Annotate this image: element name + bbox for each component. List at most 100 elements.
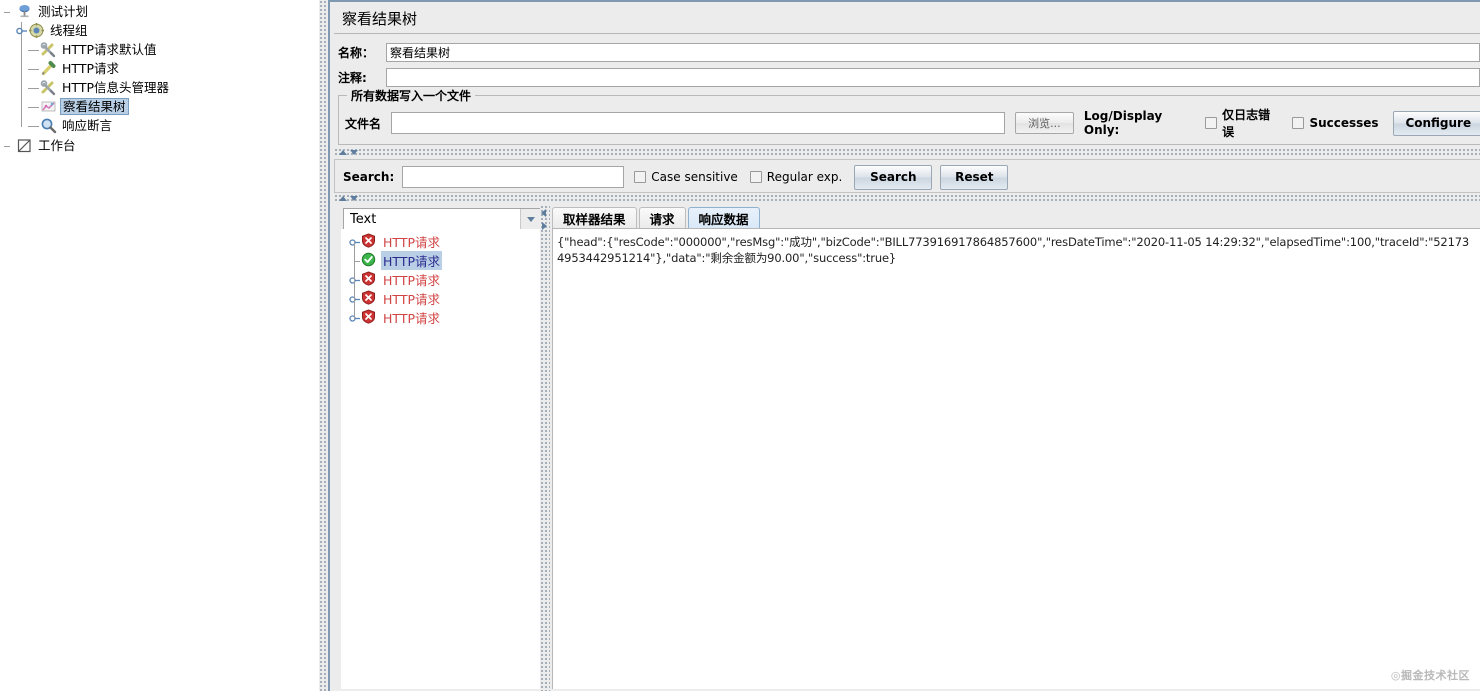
collapse-up-icon[interactable] (339, 196, 347, 201)
browse-button-label: 浏览... (1028, 117, 1061, 130)
result-item-label: HTTP请求 (383, 273, 440, 288)
file-group-title: 所有数据写入一个文件 (347, 87, 476, 104)
chevron-down-icon[interactable] (520, 209, 540, 229)
tree-node-header-manager[interactable]: HTTP信息头管理器 (0, 78, 318, 98)
errors-checkbox[interactable]: 仅日志错误 (1205, 106, 1278, 140)
tree-node-http-defaults[interactable]: HTTP请求默认值 (0, 40, 318, 60)
tree-node-view-results-tree[interactable]: 察看结果树 (0, 97, 318, 117)
search-input[interactable] (402, 166, 625, 188)
filename-input[interactable] (390, 112, 1005, 134)
result-tree-item[interactable]: HTTP请求 (341, 308, 540, 327)
regular-exp-checkbox[interactable]: Regular exp. (749, 170, 843, 184)
tree-node-label: 测试计划 (38, 4, 89, 19)
tree-node-http-request[interactable]: HTTP请求 (0, 59, 318, 79)
split-handle-top[interactable] (334, 148, 1480, 157)
success-status-icon (361, 252, 378, 269)
http-sampler-icon (40, 60, 57, 77)
case-sensitive-checkbox[interactable]: Case sensitive (634, 170, 738, 184)
result-tabs[interactable]: 取样器结果 请求 响应数据 (552, 205, 762, 229)
tree-node-thread-group[interactable]: 线程组 (0, 21, 318, 41)
result-item-label: HTTP请求 (383, 235, 440, 250)
tree-expand-handle[interactable] (16, 22, 28, 41)
results-tree[interactable]: HTTP请求 HTTP请求 HTTP请求 HTTP请求 HTTP请求 (341, 229, 540, 689)
checkbox-box (634, 171, 647, 183)
view-results-tree-icon (40, 98, 57, 115)
successes-checkbox[interactable]: Successes (1292, 116, 1379, 130)
results-splitter[interactable] (540, 205, 550, 691)
result-item-label: HTTP请求 (383, 311, 440, 326)
tree-node-test-plan[interactable]: 测试计划 (0, 2, 318, 21)
tree-expand-handle[interactable] (4, 3, 16, 20)
search-button[interactable]: Search (854, 164, 933, 190)
comment-label: 注释: (338, 70, 367, 85)
name-label: 名称： (338, 45, 375, 60)
tree-node-label: 察看结果树 (60, 98, 129, 115)
error-status-icon (361, 233, 378, 250)
render-type-value: Text (350, 211, 377, 227)
error-status-icon (361, 309, 378, 326)
collapse-left-icon[interactable] (541, 209, 546, 217)
search-button-label: Search (870, 170, 917, 184)
render-type-combo[interactable]: Text (343, 208, 541, 230)
workbench-icon (16, 137, 33, 154)
search-label: Search: (343, 170, 395, 184)
header-manager-icon (40, 79, 57, 96)
test-plan-tree[interactable]: 测试计划 线程组 HTTP请求默认值 HTTP请求 HTTP信息头管理器 察看结… (0, 0, 318, 691)
tree-expand-handle[interactable] (349, 271, 361, 290)
result-tree-item[interactable]: HTTP请求 (341, 251, 540, 271)
tree-node-workbench[interactable]: 工作台 (0, 136, 318, 155)
checkbox-box (1205, 117, 1218, 129)
split-handle-bottom[interactable] (334, 194, 1480, 203)
error-status-icon (361, 290, 378, 307)
tree-node-response-assertion[interactable]: 响应断言 (0, 116, 318, 135)
collapse-up-icon[interactable] (339, 150, 347, 155)
comment-input[interactable] (386, 67, 1480, 87)
checkbox-box (1292, 117, 1305, 129)
page-title: 察看结果树 (334, 6, 1480, 34)
reset-button-label: Reset (955, 170, 994, 184)
errors-checkbox-label: 仅日志错误 (1222, 108, 1271, 139)
checkbox-box (749, 171, 762, 183)
main-vertical-splitter[interactable] (318, 0, 328, 691)
error-status-icon (361, 271, 378, 288)
result-tree-item[interactable]: HTTP请求 (341, 270, 540, 290)
tab-sampler-result[interactable]: 取样器结果 (552, 207, 637, 229)
configure-button[interactable]: Configure (1392, 110, 1480, 136)
result-tree-item[interactable]: HTTP请求 (341, 289, 540, 309)
successes-checkbox-label: Successes (1309, 116, 1379, 130)
collapse-down-icon[interactable] (350, 196, 358, 201)
collapse-right-icon[interactable] (542, 222, 547, 230)
result-item-label: HTTP请求 (381, 251, 442, 270)
reset-button[interactable]: Reset (940, 164, 1009, 190)
tab-label: 请求 (649, 212, 675, 227)
result-item-label: HTTP请求 (383, 292, 440, 307)
tree-node-label: 线程组 (50, 23, 88, 38)
search-panel: Search: Case sensitive Regular exp. Sear… (334, 159, 1480, 193)
filename-row: 文件名 浏览... Log/Display Only: 仅日志错误 Succes… (345, 108, 1480, 139)
name-input[interactable] (386, 42, 1480, 62)
result-tree-item[interactable]: HTTP请求 (341, 232, 540, 252)
tree-node-label: HTTP请求默认值 (62, 42, 157, 57)
tab-label: 响应数据 (698, 212, 749, 227)
regular-exp-label: Regular exp. (766, 170, 843, 184)
tree-expand-handle[interactable] (349, 233, 361, 252)
collapse-down-icon[interactable] (350, 150, 358, 155)
name-row: 名称： (338, 41, 1480, 63)
response-data-area[interactable]: {"head":{"resCode":"000000","resMsg":"成功… (552, 228, 1480, 689)
test-plan-icon (16, 3, 33, 20)
file-output-group: 所有数据写入一个文件 文件名 浏览... Log/Display Only: 仅… (338, 87, 1480, 145)
jmeter-window: 测试计划 线程组 HTTP请求默认值 HTTP请求 HTTP信息头管理器 察看结… (0, 0, 1480, 691)
tree-expand-handle[interactable] (349, 290, 361, 309)
browse-button[interactable]: 浏览... (1014, 112, 1074, 134)
tree-node-label: HTTP请求 (62, 61, 119, 76)
tree-expand-handle[interactable] (349, 309, 361, 326)
tree-node-label: 响应断言 (62, 118, 113, 133)
thread-group-icon (28, 22, 45, 39)
log-display-only-label: Log/Display Only: (1083, 109, 1163, 137)
tab-response-data[interactable]: 响应数据 (687, 207, 760, 229)
tree-node-label: 工作台 (38, 138, 76, 153)
case-sensitive-label: Case sensitive (651, 170, 738, 184)
comment-row: 注释: (338, 66, 1480, 88)
tab-request[interactable]: 请求 (638, 207, 686, 229)
search-row: Search: Case sensitive Regular exp. Sear… (343, 164, 1009, 190)
